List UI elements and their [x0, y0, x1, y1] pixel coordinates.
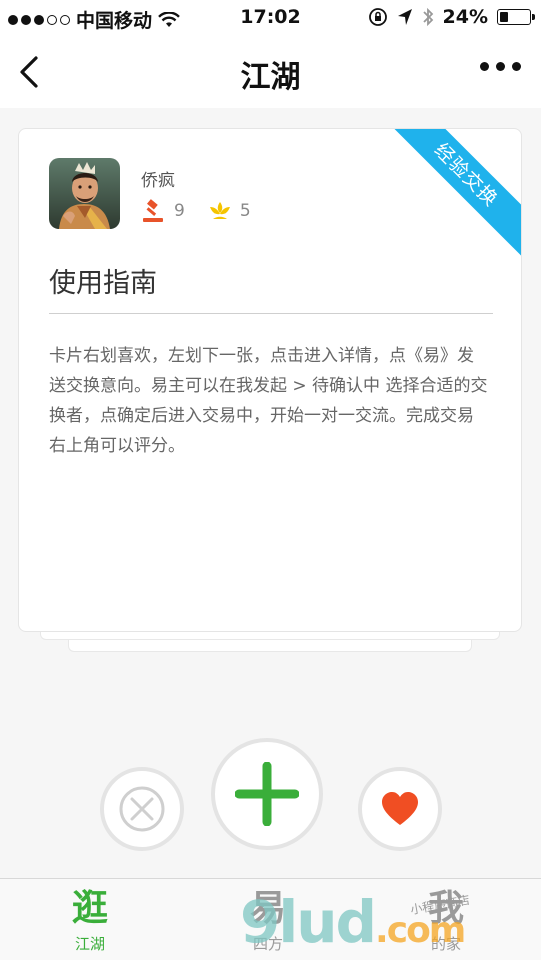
avatar-portrait-icon [49, 158, 120, 229]
location-arrow-icon [397, 9, 412, 25]
bid-count-value: 9 [174, 201, 185, 221]
skip-button[interactable] [100, 767, 184, 851]
heart-icon [382, 792, 418, 825]
card-title: 使用指南 [49, 268, 157, 299]
like-button[interactable] [358, 767, 442, 851]
card-body-text: 卡片右划喜欢，左划下一张，点击进入详情，点《易》发送交换意向。易主可以在我发起 … [49, 346, 488, 456]
plus-icon [235, 762, 299, 826]
gavel-icon [143, 199, 163, 222]
bid-count: 9 [141, 199, 185, 223]
author-name[interactable]: 侨疯 [141, 166, 175, 191]
rotation-lock-icon [368, 8, 387, 26]
close-icon [119, 786, 165, 832]
more-options-button[interactable] [480, 62, 521, 71]
category-ribbon: 经验交换 [379, 129, 521, 262]
page-title: 江湖 [240, 60, 301, 95]
more-dot-icon [512, 62, 521, 71]
navigation-bar: 江湖 [0, 36, 541, 108]
like-count: 5 [207, 199, 251, 223]
tab-jianghu[interactable]: 逛 江湖 [30, 879, 150, 954]
swipe-card[interactable]: 侨疯 9 5 经验交换 使用指南 卡片右划喜欢，左划下一张，点击进入详情，点《易… [18, 128, 522, 632]
card-divider [49, 313, 493, 314]
tab-bar: 逛 江湖 易 四方 我 的家 [0, 878, 541, 960]
status-bar: 中国移动 17:02 24% [0, 0, 541, 36]
tab-mine[interactable]: 我 的家 [386, 879, 506, 954]
add-button[interactable] [211, 738, 323, 850]
battery-fill [500, 12, 508, 22]
author-avatar[interactable] [49, 158, 120, 229]
tab-label: 江湖 [74, 935, 105, 953]
bluetooth-icon [422, 7, 433, 27]
tab-label: 四方 [252, 935, 283, 953]
status-icons: 24% [368, 6, 535, 28]
more-dot-icon [480, 62, 489, 71]
flower-icon [209, 202, 230, 219]
battery-percent: 24% [442, 6, 488, 28]
tab-sifang[interactable]: 易 四方 [208, 879, 328, 954]
like-count-value: 5 [239, 201, 251, 221]
battery-icon [497, 9, 535, 25]
tab-label: 的家 [430, 935, 461, 953]
card-stats: 9 5 [141, 199, 273, 223]
tab-glyph-icon: 易 [249, 888, 286, 929]
more-dot-icon [496, 62, 505, 71]
tab-glyph-icon: 逛 [71, 888, 108, 929]
